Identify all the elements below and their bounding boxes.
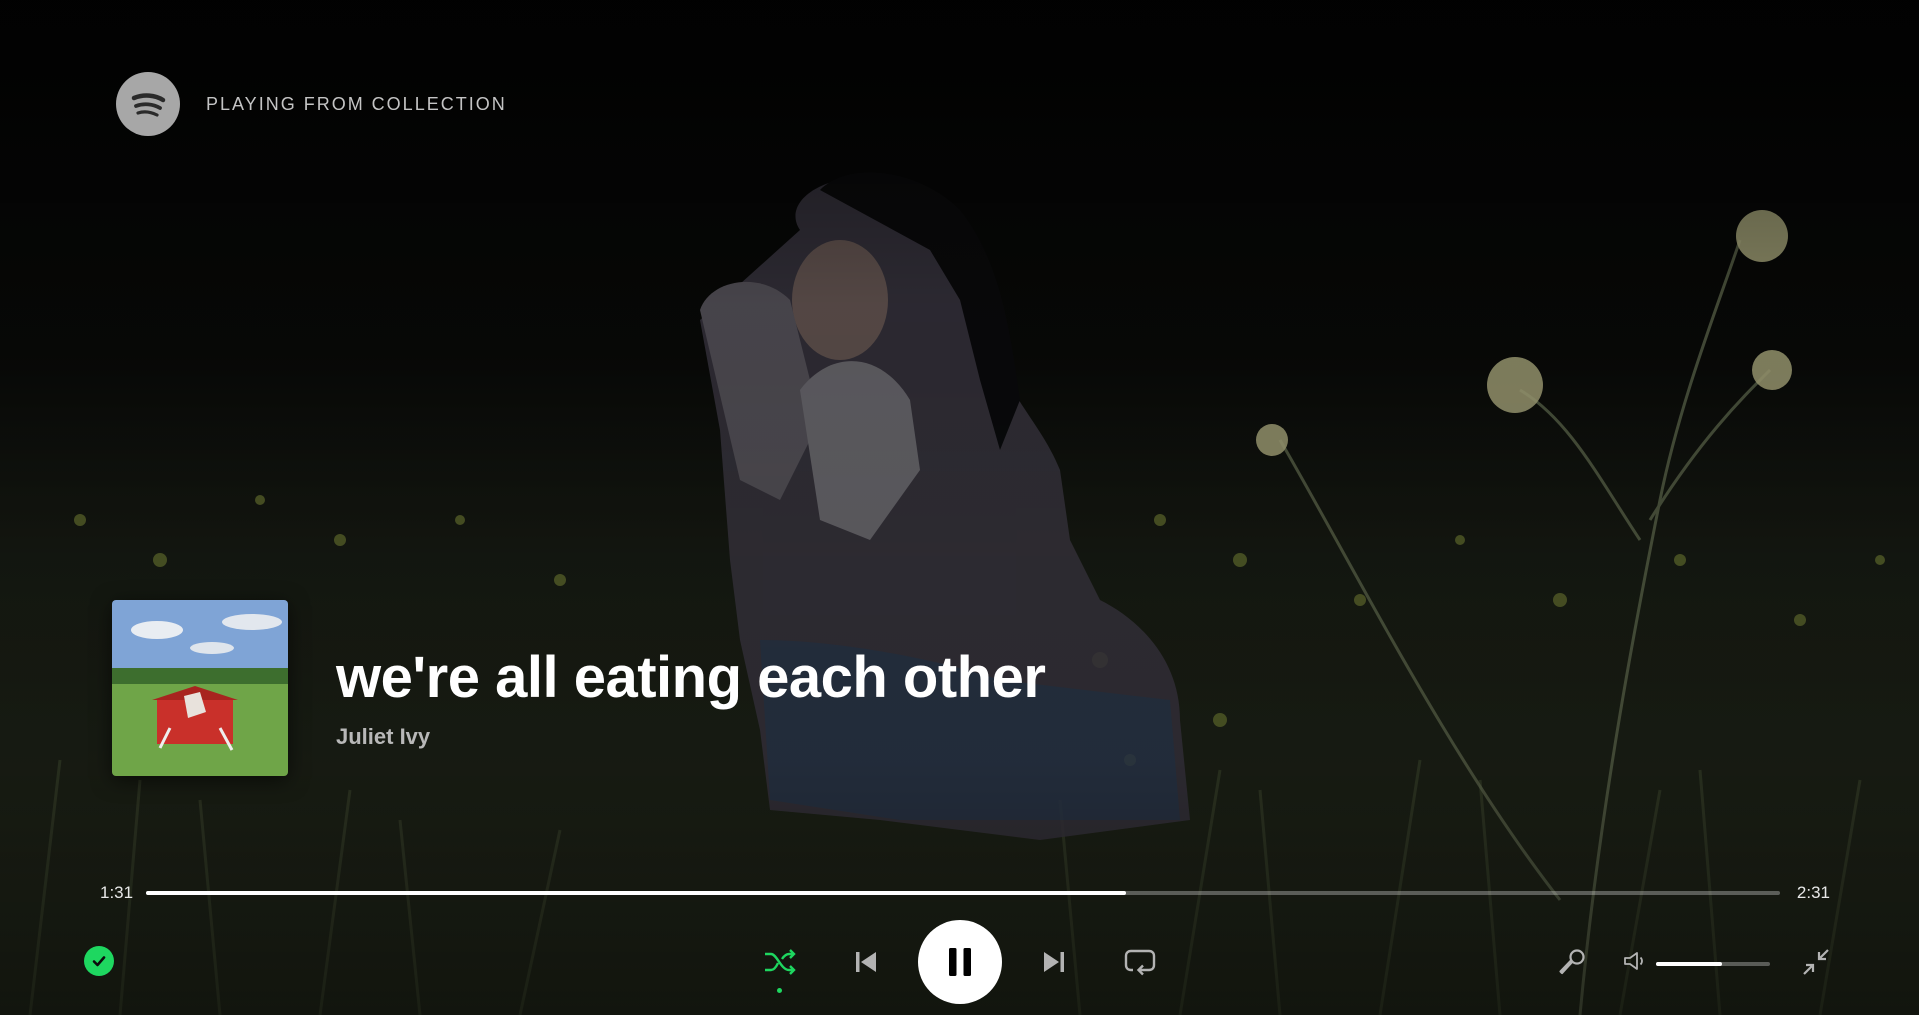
lyrics-button[interactable]	[1554, 944, 1590, 980]
shuffle-button[interactable]	[762, 944, 798, 980]
previous-button[interactable]	[848, 944, 884, 980]
microphone-icon	[1559, 949, 1585, 975]
progress-fill	[146, 891, 1127, 895]
background-artwork	[0, 0, 1919, 1015]
playing-context-label: PLAYING FROM COLLECTION	[206, 93, 507, 114]
volume-button[interactable]	[1620, 946, 1650, 976]
pause-button[interactable]	[918, 920, 1002, 1004]
elapsed-time: 1:31	[100, 883, 134, 902]
minimize-button[interactable]	[1798, 944, 1834, 980]
shuffle-icon	[765, 949, 796, 975]
repeat-button[interactable]	[1122, 944, 1158, 980]
now-playing-info: we're all eating each other Juliet Ivy	[112, 600, 1046, 776]
duration-time: 2:31	[1796, 883, 1830, 902]
volume-fill	[1656, 962, 1723, 966]
album-cover[interactable]	[112, 600, 288, 776]
header: PLAYING FROM COLLECTION	[116, 72, 507, 136]
repeat-icon	[1124, 949, 1156, 976]
shuffle-active-indicator	[777, 988, 782, 993]
volume-icon	[1624, 952, 1643, 970]
track-title[interactable]: we're all eating each other	[336, 646, 1046, 710]
next-button[interactable]	[1036, 944, 1072, 980]
volume-slider[interactable]	[1656, 962, 1770, 966]
progress-bar[interactable]	[146, 891, 1780, 895]
skip-back-icon	[856, 952, 876, 972]
progress-bar-row: 1:31 2:31	[100, 880, 1830, 906]
skip-forward-icon	[1044, 952, 1064, 972]
minimize-icon	[1803, 949, 1829, 975]
saved-check-icon[interactable]	[84, 946, 114, 976]
player-controls	[0, 920, 1919, 1006]
spotify-logo-icon[interactable]	[116, 72, 180, 136]
artist-name[interactable]: Juliet Ivy	[336, 724, 1045, 750]
pause-icon	[949, 948, 971, 976]
